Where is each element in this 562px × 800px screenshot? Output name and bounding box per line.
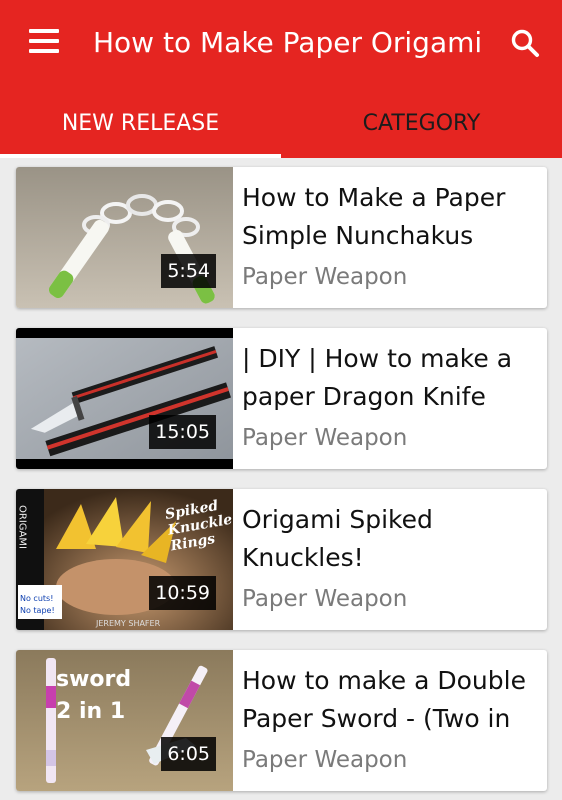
video-category: Paper Weapon	[242, 425, 408, 451]
video-thumbnail: ORIGAMI SpikedKnuckleRings No cuts! No ta…	[16, 489, 233, 630]
tab-category[interactable]: CATEGORY	[281, 96, 562, 154]
video-title: How to make a Double Paper Sword - (Two …	[242, 666, 526, 733]
tab-indicator	[0, 154, 281, 158]
video-card[interactable]: sword 2 in 1 6:05 How to make a Double Pa…	[16, 650, 547, 791]
video-duration: 15:05	[149, 415, 216, 449]
app-title: How to Make Paper Origami	[93, 26, 483, 59]
video-thumbnail: 15:05	[16, 328, 233, 469]
video-card[interactable]: ORIGAMI SpikedKnuckleRings No cuts! No ta…	[16, 489, 547, 630]
video-thumbnail: 5:54	[16, 167, 233, 308]
search-icon[interactable]	[510, 28, 540, 58]
video-title: | DIY | How to make a paper Dragon Knife	[242, 344, 513, 411]
thumb-credit-text: JEREMY SHAFER	[95, 619, 161, 628]
video-title: Origami Spiked Knuckles!	[242, 505, 433, 572]
video-duration: 10:59	[149, 576, 216, 610]
app-bar: How to Make Paper Origami NEW RELEASE CA…	[0, 0, 562, 158]
thumb-side-text: ORIGAMI	[17, 505, 28, 549]
tab-new-release[interactable]: NEW RELEASE	[0, 96, 281, 154]
hamburger-menu-icon[interactable]	[29, 29, 59, 53]
video-card[interactable]: 15:05 | DIY | How to make a paper Dragon…	[16, 328, 547, 469]
video-category: Paper Weapon	[242, 586, 408, 612]
video-thumbnail: sword 2 in 1 6:05	[16, 650, 233, 791]
video-card[interactable]: 5:54 How to Make a Paper Simple Nunchaku…	[16, 167, 547, 308]
video-category: Paper Weapon	[242, 264, 408, 290]
video-category: Paper Weapon	[242, 747, 408, 773]
video-duration: 5:54	[161, 254, 216, 288]
video-title: How to Make a Paper Simple Nunchakus	[242, 183, 506, 250]
video-duration: 6:05	[161, 737, 216, 771]
